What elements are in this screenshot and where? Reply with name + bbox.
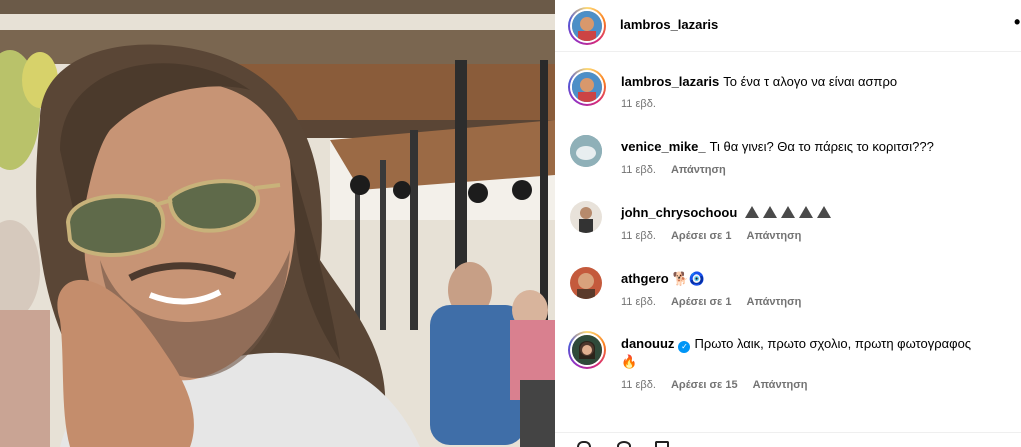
post-header: lambros_lazaris • xyxy=(555,0,1021,52)
comment-meta: 11 εβδ. xyxy=(621,98,668,110)
comment-meta: 11 εβδ. Αρέσει σε 1 Απάντηση xyxy=(621,230,813,242)
heart-icon[interactable] xyxy=(577,441,591,447)
comment-text: lambros_lazaris Το ένα τ αλογο να είναι α… xyxy=(621,73,1011,91)
comment-time[interactable]: 11 εβδ. xyxy=(621,379,656,391)
commenter-avatar[interactable] xyxy=(568,331,606,369)
avatar-image xyxy=(570,201,602,233)
commenter-avatar[interactable] xyxy=(570,267,602,299)
comment-meta: 11 εβδ. Απάντηση xyxy=(621,164,738,176)
comments-panel: lambros_lazaris • lambros_lazaris Το ένα … xyxy=(555,0,1021,447)
more-icon[interactable]: • xyxy=(1014,12,1020,32)
comment-text: venice_mike_ Τι θα γινει? Θα το πάρεις το… xyxy=(621,138,1011,156)
post-photo-illustration xyxy=(0,0,555,447)
comment-likes[interactable]: Αρέσει σε 1 xyxy=(671,230,732,242)
avatar-image xyxy=(572,335,602,365)
comment-meta: 11 εβδ. Αρέσει σε 15 Απάντηση xyxy=(621,379,819,391)
reply-button[interactable]: Απάντηση xyxy=(671,164,726,176)
reply-button[interactable]: Απάντηση xyxy=(747,296,802,308)
comment-likes[interactable]: Αρέσει σε 15 xyxy=(671,379,738,391)
comment-time[interactable]: 11 εβδ. xyxy=(621,164,656,176)
comment-text: athgero 🐕🧿 xyxy=(621,270,1011,288)
commenter-avatar[interactable] xyxy=(568,68,606,106)
author-username[interactable]: lambros_lazaris xyxy=(620,17,718,32)
avatar-image xyxy=(572,11,602,41)
comment-icon[interactable] xyxy=(617,441,631,447)
verified-badge-icon: ✓ xyxy=(678,341,691,353)
comment-time[interactable]: 11 εβδ. xyxy=(621,296,656,308)
action-bar xyxy=(555,432,1021,447)
comment-username[interactable]: athgero xyxy=(621,271,669,286)
triangle-emoji-icon xyxy=(744,205,835,220)
post-photo xyxy=(0,0,555,447)
comment-body: 🐕🧿 xyxy=(672,271,706,286)
reply-button[interactable]: Απάντηση xyxy=(753,379,808,391)
share-icon[interactable] xyxy=(655,441,669,447)
commenter-avatar[interactable] xyxy=(570,201,602,233)
comment-meta: 11 εβδ. Αρέσει σε 1 Απάντηση xyxy=(621,296,813,308)
comment-username[interactable]: venice_mike_ xyxy=(621,139,706,154)
comment-time[interactable]: 11 εβδ. xyxy=(621,230,656,242)
comment-text: danouuz ✓ Πρωτο λαικ, πρωτο σχολιο, πρωτη … xyxy=(621,335,1011,371)
avatar-image xyxy=(570,267,602,299)
author-avatar[interactable] xyxy=(568,7,606,45)
comment-time[interactable]: 11 εβδ. xyxy=(621,98,656,110)
avatar-image xyxy=(570,135,602,167)
comment-body: Το ένα τ αλογο να είναι ασπρο xyxy=(723,74,898,89)
comment-body: Τι θα γινει? Θα το πάρεις το κοριτσι??? xyxy=(709,139,934,154)
avatar-image xyxy=(572,72,602,102)
comment-body: Πρωτο λαικ, πρωτο σχολιο, πρωτη φωτογραφ… xyxy=(694,336,972,351)
comment-username[interactable]: danouuz xyxy=(621,336,674,351)
comment-text: john_chrysochoou xyxy=(621,204,1011,222)
fire-emoji: 🔥 xyxy=(621,354,638,369)
comment-username[interactable]: john_chrysochoou xyxy=(621,205,737,220)
comment-username[interactable]: lambros_lazaris xyxy=(621,74,719,89)
comment-likes[interactable]: Αρέσει σε 1 xyxy=(671,296,732,308)
reply-button[interactable]: Απάντηση xyxy=(747,230,802,242)
commenter-avatar[interactable] xyxy=(570,135,602,167)
